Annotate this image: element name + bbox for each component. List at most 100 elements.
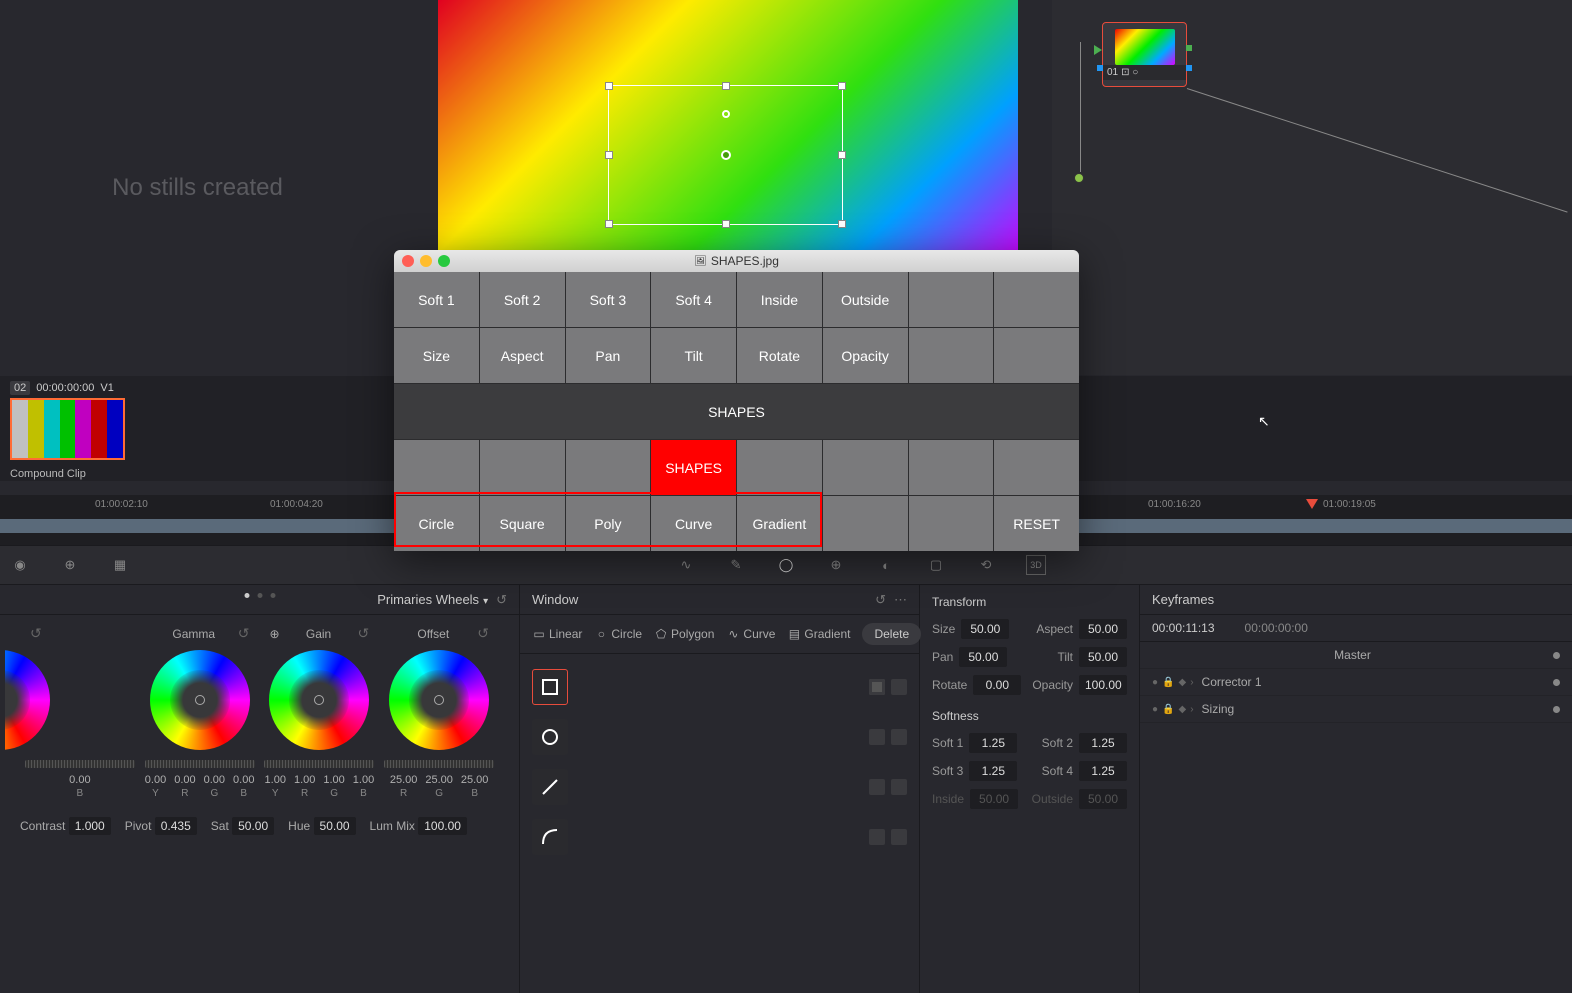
node-input-dot[interactable] [1074,173,1084,183]
corrector-node[interactable]: 01⊡ ○ [1102,22,1187,87]
clip-number: 02 [10,381,30,395]
tracker-icon[interactable]: ⊕ [826,555,846,575]
soft-1-value[interactable]: 1.25 [969,733,1017,753]
timeline-tick: 01:00:16:20 [1148,499,1201,510]
options-icon[interactable]: ⋯ [894,592,907,608]
window-tool-curve[interactable]: ∿Curve [726,627,775,641]
shapes-cell-empty [994,328,1079,383]
soft-3-value[interactable]: 1.25 [969,761,1017,781]
curves-icon[interactable]: ∿ [676,555,696,575]
window-tool-linear[interactable]: ▭Linear [532,627,582,641]
window-item-curve[interactable] [532,814,907,860]
color-page-toolbar: ◉ ⊕ ▦ ∿ ✎ ◯ ⊕ ◐ ▢ ⟲ 3D [0,545,1572,585]
node-graph-panel[interactable]: 01⊡ ○ [1052,0,1572,375]
pan-value[interactable]: 50.00 [959,647,1007,667]
tilt-value[interactable]: 50.00 [1079,647,1127,667]
shapes-cell-curve[interactable]: Curve [651,496,736,551]
shapes-cell-empty [737,440,822,495]
close-icon[interactable] [402,255,414,267]
preview-gradient [438,0,1018,260]
minimize-icon[interactable] [420,255,432,267]
tool-icon-3[interactable]: ▦ [110,555,130,575]
reset-icon[interactable]: ↺ [477,625,489,642]
clip-thumbnail[interactable] [10,398,125,460]
shapes-cell-outside[interactable]: Outside [823,272,908,327]
shapes-cell-empty [394,440,479,495]
shapes-cell-gradient[interactable]: Gradient [737,496,822,551]
shapes-cell-inside[interactable]: Inside [737,272,822,327]
shapes-banner: SHAPES [394,384,1079,439]
shapes-cell-aspect[interactable]: Aspect [480,328,565,383]
shapes-cell-soft-1[interactable]: Soft 1 [394,272,479,327]
window-item-circle[interactable] [532,714,907,760]
primaries-mode-dropdown[interactable]: Primaries Wheels [377,592,488,607]
blur-icon[interactable]: ◐ [876,555,896,575]
contrast-value[interactable]: 1.000 [69,817,111,835]
window-tool-circle[interactable]: ○Circle [594,627,642,641]
maximize-icon[interactable] [438,255,450,267]
sat-value[interactable]: 50.00 [232,817,274,835]
window-item-square[interactable] [532,664,907,710]
window-item-line[interactable] [532,764,907,810]
timeline-tick: 01:00:02:10 [95,499,148,510]
size-value[interactable]: 50.00 [961,619,1009,639]
keyframe-row-corrector-1[interactable]: ●🔒◆›Corrector 1 [1140,669,1572,696]
keyframes-timecode: 00:00:11:13 [1152,621,1215,635]
stills-panel: No stills created [0,0,395,375]
keyframe-row-master[interactable]: Master [1140,642,1572,669]
keyframes-timecode2: 00:00:00:00 [1245,621,1308,635]
power-window-selection[interactable] [608,85,843,225]
timeline-tick: 01:00:04:20 [270,499,323,510]
shapes-cell-square[interactable]: Square [480,496,565,551]
window-tool-gradient[interactable]: ▤Gradient [787,627,850,641]
shapes-cell-soft-4[interactable]: Soft 4 [651,272,736,327]
soft-4-value[interactable]: 1.25 [1079,761,1127,781]
outside-value[interactable]: 50.00 [1079,789,1127,809]
inside-value[interactable]: 50.00 [970,789,1018,809]
gamma-wheel[interactable]: Gamma↺0.00Y0.00R0.00G0.00B [140,625,260,799]
soft-2-value[interactable]: 1.25 [1079,733,1127,753]
shapes-cell-empty [823,440,908,495]
window-icon[interactable]: ◯ [776,555,796,575]
shapes-cell-reset[interactable]: RESET [994,496,1079,551]
viewer[interactable] [438,0,1018,260]
shapes-cell-soft-3[interactable]: Soft 3 [566,272,651,327]
shapes-titlebar[interactable]: 🖼SHAPES.jpg [394,250,1079,272]
reset-icon[interactable]: ↺ [875,592,886,608]
rotate-value[interactable]: 0.00 [973,675,1021,695]
timeline-tick: 01:00:19:05 [1323,499,1376,510]
opacity-value[interactable]: 100.00 [1079,675,1127,695]
shapes-cell-pan[interactable]: Pan [566,328,651,383]
shapes-cell-tilt[interactable]: Tilt [651,328,736,383]
qualifier-icon[interactable]: ✎ [726,555,746,575]
reset-icon[interactable]: ↺ [496,592,507,608]
key-icon[interactable]: ▢ [926,555,946,575]
softness-title: Softness [920,699,1139,729]
aspect-value[interactable]: 50.00 [1079,619,1127,639]
shapes-cell-circle[interactable]: Circle [394,496,479,551]
keyframe-row-sizing[interactable]: ●🔒◆›Sizing [1140,696,1572,723]
tool-icon-2[interactable]: ⊕ [60,555,80,575]
playhead[interactable] [1306,499,1318,509]
lum mix-value[interactable]: 100.00 [418,817,467,835]
shapes-cell-poly[interactable]: Poly [566,496,651,551]
shapes-cell-soft-2[interactable]: Soft 2 [480,272,565,327]
tool-icon-1[interactable]: ◉ [10,555,30,575]
shapes-popup-window[interactable]: 🖼SHAPES.jpg Soft 1Soft 2Soft 3Soft 4Insi… [394,250,1079,551]
3d-icon[interactable]: 3D [1026,555,1046,575]
delete-button[interactable]: Delete [862,623,921,645]
gain-wheel[interactable]: ⊕Gain↺1.00Y1.00R1.00G1.00B [260,625,380,799]
shapes-cell-shapes[interactable]: SHAPES [651,440,736,495]
shapes-cell-rotate[interactable]: Rotate [737,328,822,383]
shapes-cell-opacity[interactable]: Opacity [823,328,908,383]
window-tool-polygon[interactable]: ⬠Polygon [654,627,714,641]
offset-wheel[interactable]: Offset↺25.00R25.00G25.00B [379,625,499,799]
reset-icon[interactable]: ↺ [238,625,250,642]
sizing-icon[interactable]: ⟲ [976,555,996,575]
reset-icon[interactable]: ↺ [358,625,370,642]
hue-value[interactable]: 50.00 [314,817,356,835]
pivot-value[interactable]: 0.435 [155,817,197,835]
shapes-cell-empty [909,440,994,495]
shapes-cell-size[interactable]: Size [394,328,479,383]
window-panel: Window ↺ ⋯ ▭Linear○Circle⬠Polygon∿Curve▤… [520,585,920,993]
